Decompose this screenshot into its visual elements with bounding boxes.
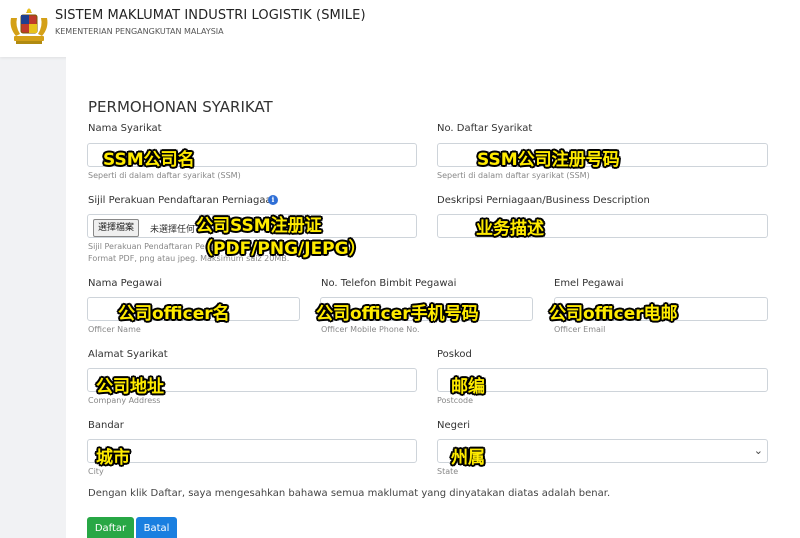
city-input[interactable] [87, 439, 417, 463]
city-hint: City [88, 467, 104, 476]
top-header: SISTEM MAKLUMAT INDUSTRI LOGISTIK (SMILE… [0, 0, 800, 57]
annotation-officer-email: 公司officer电邮 [549, 304, 678, 324]
officer-phone-hint: Officer Mobile Phone No. [321, 325, 420, 334]
malaysia-coat-of-arms-icon [10, 8, 48, 44]
postcode-label: Poskod [437, 349, 472, 360]
annotation-business-desc: 业务描述 [476, 219, 544, 239]
annotation-officer-phone: 公司officer手机号码 [316, 304, 479, 324]
registration-no-label: No. Daftar Syarikat [437, 123, 533, 134]
annotation-ssm-name: SSM公司名 [103, 150, 195, 170]
submit-button[interactable]: Daftar [87, 517, 134, 538]
annotation-ssm-reg-no: SSM公司注册号码 [477, 150, 620, 170]
cancel-button[interactable]: Batal [136, 517, 177, 538]
annotation-officer-name: 公司officer名 [118, 304, 230, 324]
registration-no-hint: Seperti di dalam daftar syarikat (SSM) [437, 171, 590, 180]
company-name-hint: Seperti di dalam daftar syarikat (SSM) [88, 171, 241, 180]
app-subtitle: KEMENTERIAN PENGANGKUTAN MALAYSIA [55, 27, 224, 36]
postcode-hint: Postcode [437, 396, 474, 405]
state-label: Negeri [437, 420, 471, 431]
file-status: 未選擇任何 [150, 225, 196, 235]
company-name-label: Nama Syarikat [88, 123, 162, 134]
certificate-label: Sijil Perakuan Pendaftaran Perniagaan [88, 195, 278, 206]
annotation-state: 州属 [451, 448, 485, 468]
choose-file-button[interactable]: 選擇檔案 [93, 219, 140, 237]
state-hint: State [437, 467, 459, 476]
officer-email-hint: Officer Email [554, 325, 606, 334]
officer-name-hint: Officer Name [88, 325, 141, 334]
annotation-cert-line1: 公司SSM注册证 [196, 216, 322, 236]
annotation-city: 城市 [96, 448, 130, 468]
annotation-company-address: 公司地址 [96, 377, 164, 397]
annotation-cert-line2: （PDF/PNG/JEPG） [196, 239, 366, 259]
annotation-postcode: 邮编 [451, 377, 485, 397]
company-address-label: Alamat Syarikat [88, 349, 168, 360]
info-icon[interactable]: i [268, 195, 278, 205]
officer-name-label: Nama Pegawai [88, 278, 163, 289]
consent-text: Dengan klik Daftar, saya mengesahkan bah… [88, 488, 611, 499]
state-select[interactable]: ⌄ [437, 439, 768, 463]
city-label: Bandar [88, 420, 124, 431]
postcode-input[interactable] [437, 368, 768, 392]
officer-phone-label: No. Telefon Bimbit Pegawai [321, 278, 457, 289]
certificate-hint: Sijil Perakuan Pendaftaran Pern [88, 242, 213, 251]
chevron-down-icon: ⌄ [753, 444, 763, 457]
officer-email-label: Emel Pegawai [554, 278, 624, 289]
app-title: SISTEM MAKLUMAT INDUSTRI LOGISTIK (SMILE… [55, 8, 366, 23]
company-address-hint: Company Address [88, 396, 161, 405]
business-description-label: Deskripsi Perniagaan/Business Descriptio… [437, 195, 650, 206]
page-title: PERMOHONAN SYARIKAT [88, 98, 273, 116]
